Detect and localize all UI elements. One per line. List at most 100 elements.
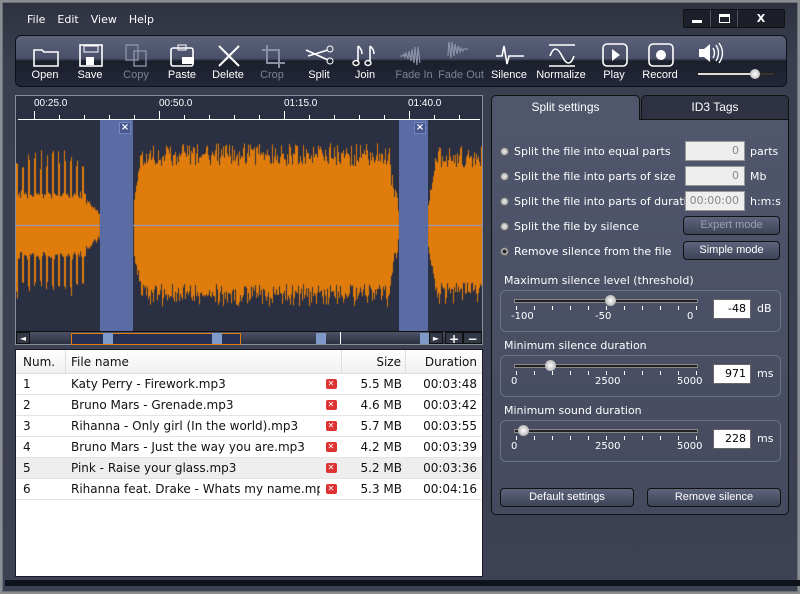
copy-button[interactable]: Copy <box>113 42 159 81</box>
silence-region[interactable]: × <box>100 120 133 331</box>
radio-button[interactable] <box>500 172 509 181</box>
simple-mode-button[interactable]: Simple mode <box>683 241 780 260</box>
normalize-button[interactable]: Normalize <box>535 42 587 81</box>
zoom-out-button[interactable]: − <box>463 332 482 345</box>
slider-value-input[interactable]: 228 <box>713 429 751 449</box>
toolbar-label: Open <box>31 69 59 81</box>
expert-mode-button[interactable]: Expert mode <box>683 216 780 235</box>
waveform-editor[interactable]: 00:25.0 00:50.0 01:15.0 01:40.0 × × ◄ ► … <box>15 95 483 345</box>
horizontal-scrollbar[interactable]: ◄ ► + − <box>16 331 482 345</box>
slider-tick <box>516 371 517 375</box>
file-size: 4.2 MB <box>360 440 402 454</box>
remove-file-icon[interactable]: ✕ <box>325 421 337 431</box>
remove-file-icon[interactable]: ✕ <box>325 463 337 473</box>
open-button[interactable]: Open <box>22 42 68 81</box>
file-row[interactable]: 6 Rihanna feat. Drake - Whats my name.mp3… <box>16 479 482 500</box>
silence-region[interactable]: × <box>399 120 428 331</box>
fadein-button[interactable]: Fade In <box>388 42 440 81</box>
remove-silence-button[interactable]: Remove silence <box>647 488 781 507</box>
slider-track[interactable] <box>514 360 698 371</box>
slider-value-input[interactable]: -48 <box>713 299 751 319</box>
radio-button[interactable] <box>500 197 509 206</box>
play-button[interactable]: Play <box>591 42 637 81</box>
paste-button[interactable]: Paste <box>159 42 205 81</box>
option-parts-size[interactable]: Split the file into parts of size <box>500 170 675 183</box>
toolbar-label: Silence <box>490 69 528 81</box>
crop-button[interactable]: Crop <box>249 42 295 81</box>
file-duration: 00:04:16 <box>423 482 477 496</box>
slider-tick <box>534 306 535 310</box>
slider-tick <box>624 306 625 310</box>
default-settings-button[interactable]: Default settings <box>500 488 634 507</box>
parts-count-input[interactable]: 0 <box>685 141 745 161</box>
remove-file-icon[interactable]: ✕ <box>325 400 337 410</box>
unit-label: parts <box>750 145 779 158</box>
option-equal-parts[interactable]: Split the file into equal parts <box>500 145 671 158</box>
scroll-left-button[interactable]: ◄ <box>16 332 30 344</box>
option-parts-duration[interactable]: Split the file into parts of duration <box>500 195 700 208</box>
scroll-right-button[interactable]: ► <box>429 332 443 344</box>
column-size[interactable]: Size <box>342 349 406 374</box>
radio-button-selected[interactable] <box>500 247 509 256</box>
option-remove-silence[interactable]: Remove silence from the file <box>500 245 671 258</box>
remove-region-icon[interactable]: × <box>119 122 131 134</box>
volume-knob[interactable] <box>750 69 760 79</box>
unit-label: h:m:s <box>750 195 781 208</box>
split-button[interactable]: Split <box>296 42 342 81</box>
ruler-tick <box>34 111 35 119</box>
file-row[interactable]: 5 Pink - Raise your glass.mp3 ✕ 5.2 MB 00:03… <box>16 458 482 479</box>
file-row[interactable]: 3 Rihanna - Only girl (In the world).mp3 ✕… <box>16 416 482 437</box>
slider-track[interactable] <box>514 295 698 306</box>
record-button[interactable]: Record <box>637 42 683 81</box>
option-label: Split the file into parts of duration <box>514 195 701 208</box>
remove-file-icon[interactable]: ✕ <box>325 442 337 452</box>
scissors-icon <box>305 45 334 65</box>
file-row[interactable]: 1 Katy Perry - Firework.mp3 ✕ 5.5 MB 00:03:4… <box>16 374 482 395</box>
remove-region-icon[interactable]: × <box>414 122 426 134</box>
save-button[interactable]: Save <box>67 42 113 81</box>
column-num[interactable]: Num. <box>16 349 66 374</box>
volume-slider[interactable] <box>697 69 775 79</box>
column-duration[interactable]: Duration <box>406 350 482 374</box>
slider-value-input[interactable]: 971 <box>713 364 751 384</box>
ruler-tick <box>134 115 135 119</box>
file-row[interactable]: 4 Bruno Mars - Just the way you are.mp3 ✕ 4… <box>16 437 482 458</box>
slider-track[interactable] <box>514 425 698 436</box>
scale-min: -100 <box>511 311 534 322</box>
slider-tick <box>624 371 625 375</box>
silence-button[interactable]: Silence <box>483 42 535 81</box>
fadeout-button[interactable]: Fade Out <box>435 42 487 81</box>
remove-file-icon[interactable]: ✕ <box>325 484 337 494</box>
column-file-name[interactable]: File name <box>66 349 342 374</box>
file-size: 5.7 MB <box>360 419 402 433</box>
slider-knob[interactable] <box>545 360 557 371</box>
close-icon: X <box>756 12 766 25</box>
slider-tick <box>642 436 643 440</box>
file-row[interactable]: 2 Bruno Mars - Grenade.mp3 ✕ 4.6 MB 00:03:42 <box>16 395 482 416</box>
tab-split-settings[interactable]: Split settings <box>491 95 640 120</box>
menu-help[interactable]: Help <box>123 13 160 26</box>
file-num: 3 <box>23 419 31 433</box>
part-duration-input[interactable]: 00:00:00 <box>685 191 745 211</box>
unit-label: ms <box>757 367 774 380</box>
slider-knob[interactable] <box>518 425 530 436</box>
close-button[interactable]: X <box>738 10 784 27</box>
radio-button[interactable] <box>500 147 509 156</box>
option-split-by-silence[interactable]: Split the file by silence <box>500 220 639 233</box>
radio-button[interactable] <box>500 222 509 231</box>
delete-button[interactable]: Delete <box>205 42 251 81</box>
minimize-button[interactable] <box>684 10 711 27</box>
part-size-input[interactable]: 0 <box>685 166 745 186</box>
remove-file-icon[interactable]: ✕ <box>325 379 337 389</box>
zoom-in-button[interactable]: + <box>445 332 463 345</box>
slider-knob[interactable] <box>604 295 616 306</box>
join-button[interactable]: Join <box>342 42 388 81</box>
menu-bar: File Edit View Help <box>21 13 160 26</box>
maximize-button[interactable] <box>711 10 738 27</box>
menu-edit[interactable]: Edit <box>51 13 84 26</box>
menu-file[interactable]: File <box>21 13 51 26</box>
tab-id3-tags[interactable]: ID3 Tags <box>641 95 789 119</box>
speaker-icon[interactable] <box>696 40 726 69</box>
slider-tick <box>678 371 679 375</box>
menu-view[interactable]: View <box>85 13 123 26</box>
